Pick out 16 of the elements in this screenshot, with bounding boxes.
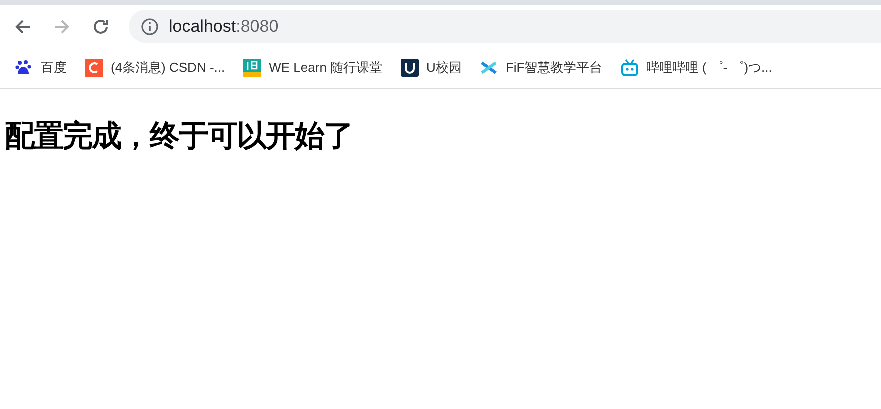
bookmark-link[interactable]: 百度	[15, 59, 67, 77]
bookmark-link[interactable]: 哔哩哔哩 ( ゜- ゜)つ...	[620, 59, 772, 77]
bookmark-link[interactable]: U校园	[400, 59, 462, 77]
cross-logo-icon	[480, 59, 498, 77]
bookmark-link[interactable]: FiF智慧教学平台	[480, 59, 603, 77]
bookmark-link[interactable]: (4条消息) CSDN -...	[85, 59, 226, 77]
c-logo-icon	[85, 59, 103, 77]
address-bar[interactable]: localhost:8080	[129, 10, 881, 43]
course-icon	[243, 59, 262, 77]
u-logo-icon	[400, 59, 419, 77]
tv-icon	[620, 59, 639, 77]
url-text: localhost:8080	[169, 16, 279, 36]
info-icon	[141, 18, 159, 36]
bookmark-link[interactable]: WE Learn 随行课堂	[243, 59, 383, 77]
page-heading: 配置完成，终于可以开始了	[5, 118, 354, 156]
paw-icon	[15, 59, 33, 77]
